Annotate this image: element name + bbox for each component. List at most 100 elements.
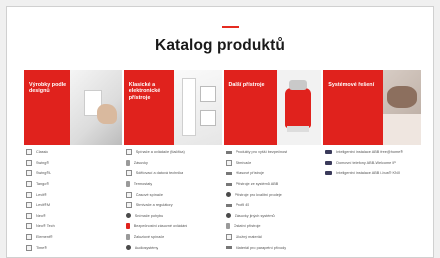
list-item-label: Levit®	[36, 192, 47, 197]
banner-label: Výrobky podle designů	[29, 82, 67, 95]
list-item[interactable]: Časové spínače	[124, 189, 222, 200]
list-item[interactable]: Zásuvky jiných systémů	[224, 211, 322, 222]
list-item-label: Snímače pohybu	[134, 213, 164, 218]
banner-image	[277, 70, 322, 145]
list-item[interactable]: Element®	[24, 232, 122, 243]
device-icon	[225, 223, 230, 230]
list-item[interactable]: Stmívače a regulátory	[124, 200, 222, 211]
list-item-label: Sdělovací a datová technika	[135, 171, 184, 176]
other-devices-column: Produkty pro vyšší bezpečnost Stmívače H…	[224, 147, 322, 253]
list-item[interactable]: Domovní telefony ABB-Welcome IP	[323, 158, 421, 169]
list-item-label: Swing®	[36, 160, 50, 165]
dimmer-icon	[125, 202, 132, 209]
list-item-label: Inteligentní instalace ABB free@home®	[336, 150, 404, 155]
frame-icon	[26, 202, 32, 209]
socket-icon	[225, 213, 231, 219]
list-item[interactable]: Produkty pro vyšší bezpečnost	[224, 147, 322, 158]
list-item[interactable]: Neo® Tech	[24, 221, 122, 232]
product-lists: Classic Swing® Swing®L Tango® Levit® Lev…	[24, 147, 421, 253]
blind-icon	[125, 234, 130, 241]
list-item-label: Profil 45	[235, 203, 250, 208]
frame-icon	[26, 212, 32, 219]
banner-label: Systémové řešení	[328, 82, 375, 88]
page-title: Katalog produktů	[155, 37, 285, 54]
list-item[interactable]: Termostaty	[124, 179, 222, 190]
list-item[interactable]: Materiál pro parapetní přívody	[224, 242, 322, 253]
frame-icon	[26, 244, 32, 251]
list-item[interactable]: Snímače pohybu	[124, 211, 222, 222]
list-item-label: Inteligentní instalace ABB i-bus® KNX	[336, 171, 401, 176]
list-item-label: Audiosystémy	[134, 245, 159, 250]
list-item[interactable]: Inteligentní instalace ABB i-bus® KNX	[323, 168, 421, 179]
list-item[interactable]: Žaluziové spínače	[124, 232, 222, 243]
cable-icon	[225, 246, 232, 250]
list-item[interactable]: Sdělovací a datová technika	[124, 168, 222, 179]
banner-image	[69, 70, 122, 145]
list-item[interactable]: Time®	[24, 242, 122, 253]
list-item[interactable]: Inteligentní instalace ABB free@home®	[323, 147, 421, 158]
banner-designs[interactable]: Výrobky podle designů	[24, 70, 122, 145]
list-item-label: Stmívače	[235, 160, 252, 165]
timer-icon	[125, 191, 132, 198]
list-item[interactable]: Audiosystémy	[124, 242, 222, 253]
list-item[interactable]: Úložný materiál	[224, 232, 322, 243]
list-item-label: Time®	[36, 245, 48, 250]
classic-devices-column: Spínače a ovládače (tlačítka) Zásuvky Sd…	[124, 147, 222, 253]
banner-system-solutions[interactable]: Systémové řešení	[323, 70, 421, 145]
list-item-label: Stmívače a regulátory	[135, 203, 173, 208]
list-item-label: Zásuvky	[133, 160, 148, 165]
list-item[interactable]: Zásuvky	[124, 158, 222, 169]
list-item[interactable]: Profil 45	[224, 200, 322, 211]
list-item-label: Classic	[36, 150, 49, 155]
list-item[interactable]: Swing®	[24, 158, 122, 169]
audio-icon	[125, 245, 131, 251]
list-item-label: Ostatní přístroje	[233, 224, 261, 229]
list-item-label: Úložný materiál	[235, 235, 262, 240]
list-item[interactable]: Neo®	[24, 211, 122, 222]
list-item[interactable]: Přístroje ze systémů ABB	[224, 179, 322, 190]
list-item-label: Tango®	[36, 182, 50, 187]
frame-icon	[26, 191, 32, 198]
banner-image	[173, 70, 222, 145]
banner-other-devices[interactable]: Další přístroje	[223, 70, 322, 145]
shield-icon	[225, 150, 232, 154]
thermostat-icon	[125, 181, 130, 188]
list-item-label: Materiál pro parapetní přívody	[235, 245, 287, 250]
list-item[interactable]: Stmívače	[224, 158, 322, 169]
frame-icon	[26, 223, 32, 230]
frame-icon	[26, 181, 32, 188]
list-item[interactable]: Přístroje pro kvalitní prodeje	[224, 189, 322, 200]
list-item-label: Neo® Tech	[36, 224, 55, 229]
intercom-icon	[325, 160, 333, 165]
list-item[interactable]: Bezpečnostní zásuvné ovládání	[124, 221, 222, 232]
list-item[interactable]: Levit®	[24, 189, 122, 200]
list-item[interactable]: Ostatní přístroje	[224, 221, 322, 232]
speaker-icon	[225, 171, 232, 175]
banner-classic-electronic[interactable]: Klasické a elektronické přístroje	[123, 70, 222, 145]
title-accent-line	[222, 26, 239, 28]
list-item-label: Termostaty	[133, 182, 153, 187]
list-item[interactable]: Levit®M	[24, 200, 122, 211]
data-icon	[125, 170, 132, 177]
list-item-label: Hlasové přístroje	[235, 171, 265, 176]
list-item[interactable]: Spínače a ovládače (tlačítka)	[124, 147, 222, 158]
system-solutions-column: Inteligentní instalace ABB free@home® Do…	[323, 147, 421, 253]
list-item-label: Levit®M	[36, 203, 50, 208]
safety-icon	[125, 223, 130, 230]
list-item[interactable]: Swing®L	[24, 168, 122, 179]
list-item-label: Bezpečnostní zásuvné ovládání	[133, 224, 188, 229]
frame-icon	[26, 234, 32, 241]
panel-icon	[325, 171, 333, 176]
list-item[interactable]: Tango®	[24, 179, 122, 190]
list-item[interactable]: Hlasové přístroje	[224, 168, 322, 179]
device-icon	[225, 182, 232, 186]
list-item-label: Domovní telefony ABB-Welcome IP	[336, 160, 396, 165]
list-item-label: Žaluziové spínače	[133, 235, 165, 240]
device-icon	[225, 192, 231, 198]
banner-image	[383, 70, 421, 145]
list-item[interactable]: Classic	[24, 147, 122, 158]
profile-icon	[225, 203, 232, 207]
list-item-label: Časové spínače	[135, 192, 163, 197]
list-item-label: Přístroje ze systémů ABB	[235, 182, 279, 187]
box-icon	[225, 234, 232, 241]
